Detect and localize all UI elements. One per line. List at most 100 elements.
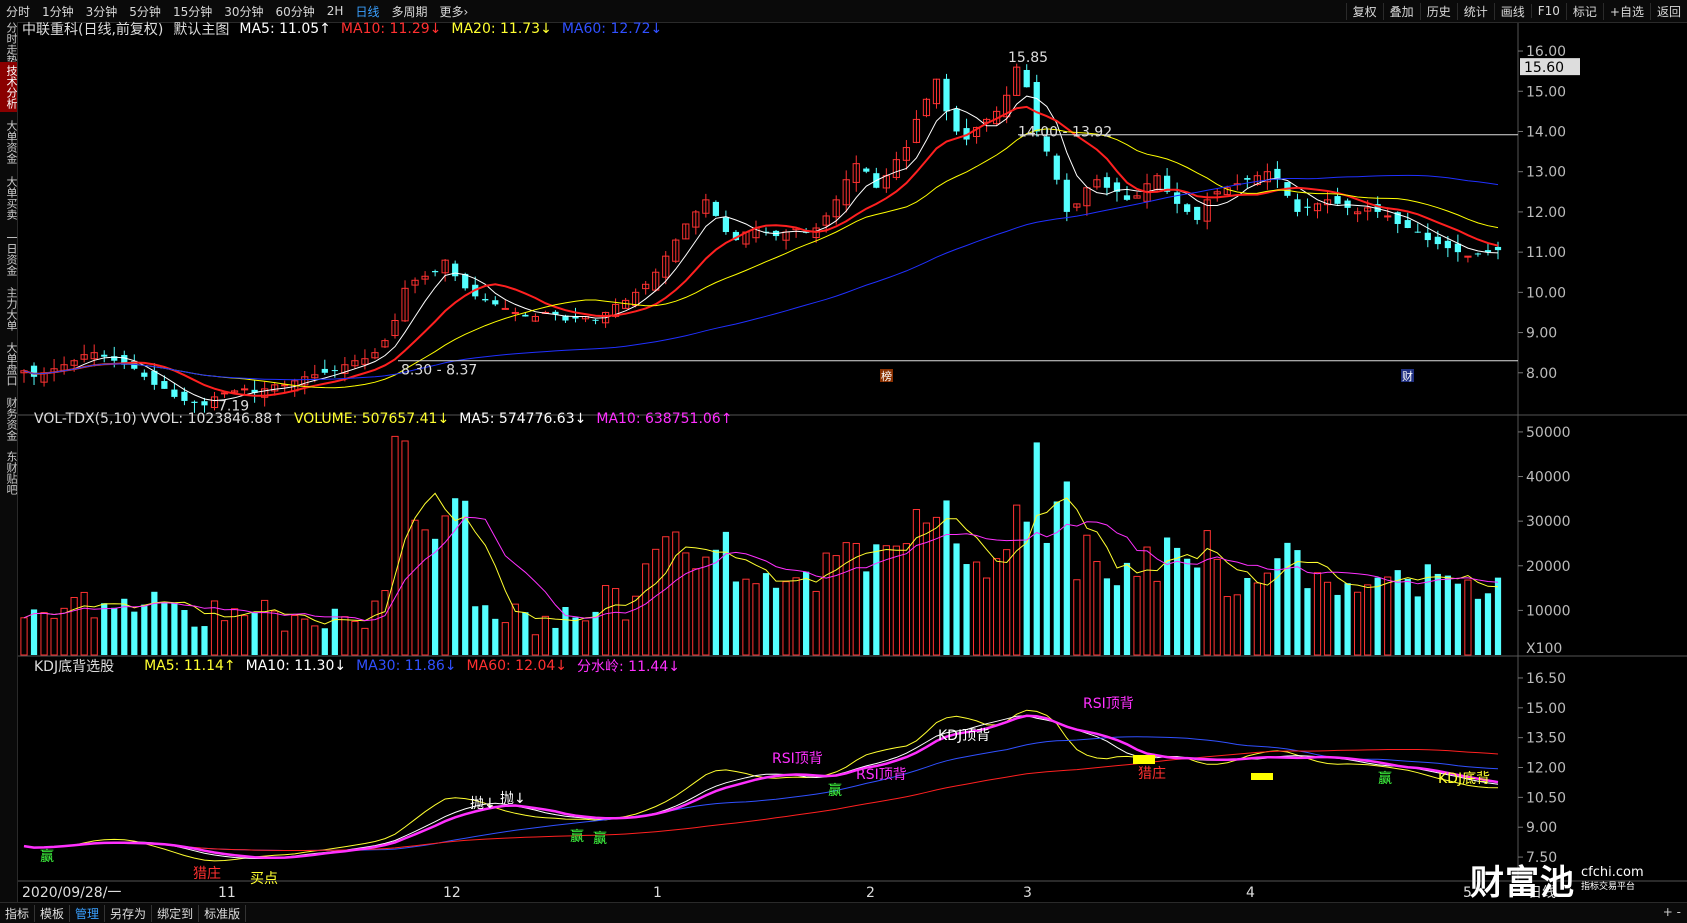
period-button[interactable]: 60分钟 [270, 3, 321, 20]
volume-bar [220, 620, 229, 656]
bottom-tab[interactable]: 另存为 [105, 904, 153, 922]
toolbar-button[interactable]: 返回 [1649, 2, 1687, 20]
volume-bar [1174, 547, 1181, 655]
signal-pao: 抛↓ [470, 796, 496, 812]
candle-body [1444, 240, 1451, 249]
signal-yellow-block [1251, 773, 1273, 780]
signal-rsi-top: RSI顶背 [856, 767, 907, 783]
stock-title[interactable]: 中联重科(日线,前复权) [22, 19, 163, 39]
candle-body [452, 263, 459, 277]
period-button[interactable]: 2H [321, 4, 350, 18]
price-tick-label: 10.00 [1526, 285, 1566, 301]
period-button[interactable]: 5分钟 [123, 3, 167, 20]
bottom-tab[interactable]: 模板 [35, 904, 71, 922]
volume-bar [381, 590, 389, 656]
bottom-tab[interactable]: 绑定到 [152, 904, 200, 922]
volume-indicator-name[interactable]: VOL-TDX(5,10) [34, 411, 137, 427]
volume-bar [722, 531, 730, 655]
toolbar-button[interactable]: 复权 [1345, 2, 1383, 20]
sidebar-tab[interactable]: 一日资金 [0, 230, 18, 278]
volume-bar [1414, 596, 1421, 655]
period-toolbar: 分时 1分钟 3分钟 5分钟 15分钟 30分钟 60分钟 2H 日线 多周期 更多› 复权 叠加 历史… [0, 0, 1687, 23]
candle-body [161, 381, 168, 389]
kdj-indicator-name[interactable]: KDJ底背选股 [34, 656, 114, 676]
volume-bar [1073, 579, 1081, 656]
period-button[interactable]: 15分钟 [167, 3, 218, 20]
ma20-line [23, 128, 1499, 389]
sidebar-tab[interactable]: 财务资金 [0, 394, 18, 444]
left-sidebar: 分时走势 技术分析大单资金大单买卖一日资金主力大单大单盘口财务资金东财贴吧 [0, 22, 18, 902]
sidebar-tab[interactable]: 主力大单 [0, 284, 18, 334]
candle-body [1123, 195, 1131, 200]
volume-bar [1033, 442, 1040, 655]
volume-bar [111, 607, 118, 655]
bottom-tab[interactable]: 管理 [70, 904, 106, 922]
volume-bar [1434, 573, 1441, 655]
volume-bar [712, 549, 719, 655]
chart-canvas[interactable]: 16.00 15.00 14.00 13.00 12.00 11.00 10.00 9.00 8… [18, 23, 1687, 902]
signal-ying: 赢 [570, 828, 584, 845]
high-price-label: 15.85 [1008, 50, 1048, 66]
volume-bar [462, 500, 469, 655]
period-button[interactable]: 1分钟 [36, 3, 80, 20]
volume-bar [331, 608, 338, 655]
volume-bar [993, 558, 1001, 656]
toolbar-button[interactable]: 历史 [1419, 2, 1457, 20]
period-button[interactable]: 30分钟 [218, 3, 269, 20]
period-button[interactable]: 日线 [349, 3, 385, 20]
sidebar-tab[interactable]: 大单盘口 [0, 340, 18, 388]
signal-ying: 赢 [828, 782, 842, 799]
time-axis-month: 1 [653, 885, 662, 901]
toolbar-button[interactable]: 叠加 [1382, 2, 1420, 20]
zoom-controls[interactable]: + - [1663, 905, 1681, 919]
vol-ma5-value: MA5: 574776.63↓ [459, 411, 587, 427]
volume-bar [792, 577, 800, 656]
volume-unit-label: X100 [1526, 641, 1562, 657]
toolbar-button[interactable]: +自选 [1602, 2, 1650, 20]
candle-body [1184, 204, 1191, 212]
kdj-tick-label: 15.00 [1526, 701, 1566, 717]
toolbar-button[interactable]: 画线 [1493, 2, 1531, 20]
period-button[interactable]: 更多› [433, 3, 474, 20]
marker-cai: 财 [1402, 369, 1413, 383]
volume-bar [301, 618, 309, 656]
candle-body [1434, 236, 1441, 245]
period-button[interactable]: 多周期 [385, 3, 433, 20]
sidebar-tab[interactable]: 大单资金 [0, 117, 18, 167]
period-button[interactable]: 3分钟 [80, 3, 124, 20]
volume-bar [1043, 542, 1050, 655]
volume-bar [1093, 561, 1101, 656]
volume-bar [90, 617, 98, 656]
indicator-name[interactable]: 默认主图 [173, 19, 229, 39]
candle-body [722, 217, 730, 233]
kdj-fenshuiling-value: 分水岭: 11.44↓ [577, 659, 680, 675]
time-axis-month: 2 [866, 885, 875, 901]
toolbar-button[interactable]: F10 [1530, 4, 1566, 18]
candle-body [1244, 178, 1251, 180]
sidebar-tab[interactable]: 大单买卖 [0, 172, 18, 224]
volume-bar [50, 617, 58, 656]
volume-bar [311, 625, 319, 656]
ma60-line [23, 174, 1499, 381]
signal-yellow-block [1133, 755, 1155, 764]
sidebar-tab[interactable]: 东财贴吧 [0, 450, 18, 496]
volume-bar [592, 611, 599, 655]
candle-body [171, 389, 178, 397]
volume-bar [1103, 578, 1111, 655]
toolbar-button[interactable]: 统计 [1456, 2, 1494, 20]
volume-bar [1334, 594, 1341, 655]
bottom-tab[interactable]: 指标 [0, 904, 36, 922]
toolbar-button[interactable]: 标记 [1565, 2, 1603, 20]
sidebar-tab[interactable]: 分时走势 [0, 22, 18, 66]
candle-body [331, 370, 338, 372]
signal-ying: 赢 [593, 830, 607, 847]
sidebar-tab[interactable]: 技术分析 [0, 62, 18, 112]
ma20-value: MA20: 11.73↓ [451, 21, 552, 37]
candle-body [1103, 177, 1111, 188]
volume-bar [1313, 572, 1322, 656]
volume-bar [351, 620, 359, 656]
candle-body [501, 307, 509, 310]
period-button[interactable]: 分时 [0, 3, 36, 20]
candle-body [953, 108, 960, 132]
bottom-tab[interactable]: 标准版 [199, 904, 247, 922]
